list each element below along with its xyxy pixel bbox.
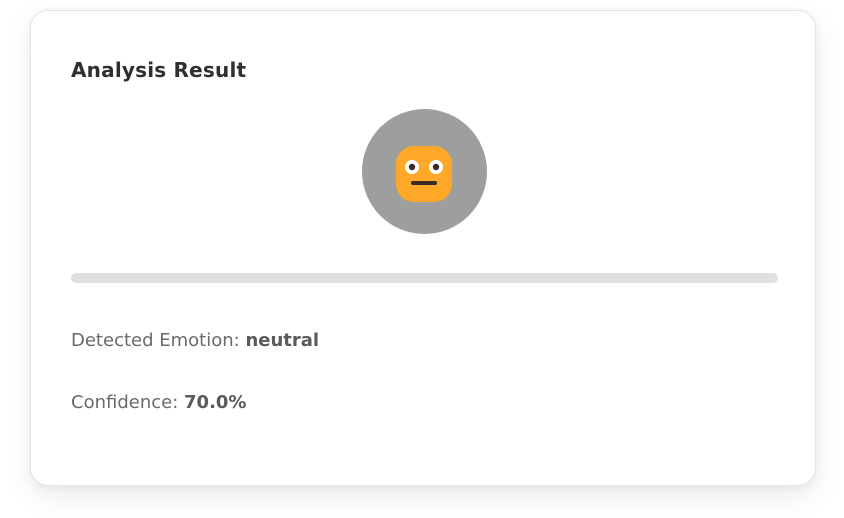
- detected-emotion-value: neutral: [245, 330, 320, 351]
- card-title: Analysis Result: [71, 58, 247, 82]
- confidence-label: Confidence:: [71, 392, 179, 413]
- detected-emotion-line: Detected Emotion: neutral: [71, 330, 319, 351]
- confidence-value: 70.0%: [184, 392, 247, 413]
- detected-emotion-label: Detected Emotion:: [71, 330, 240, 351]
- neutral-face-icon: [396, 146, 452, 202]
- confidence-line: Confidence: 70.0%: [71, 392, 246, 413]
- emotion-indicator: [362, 109, 487, 234]
- confidence-progress-track: [71, 273, 778, 283]
- analysis-result-card: Analysis Result Detected Emotion: neutra…: [30, 10, 816, 486]
